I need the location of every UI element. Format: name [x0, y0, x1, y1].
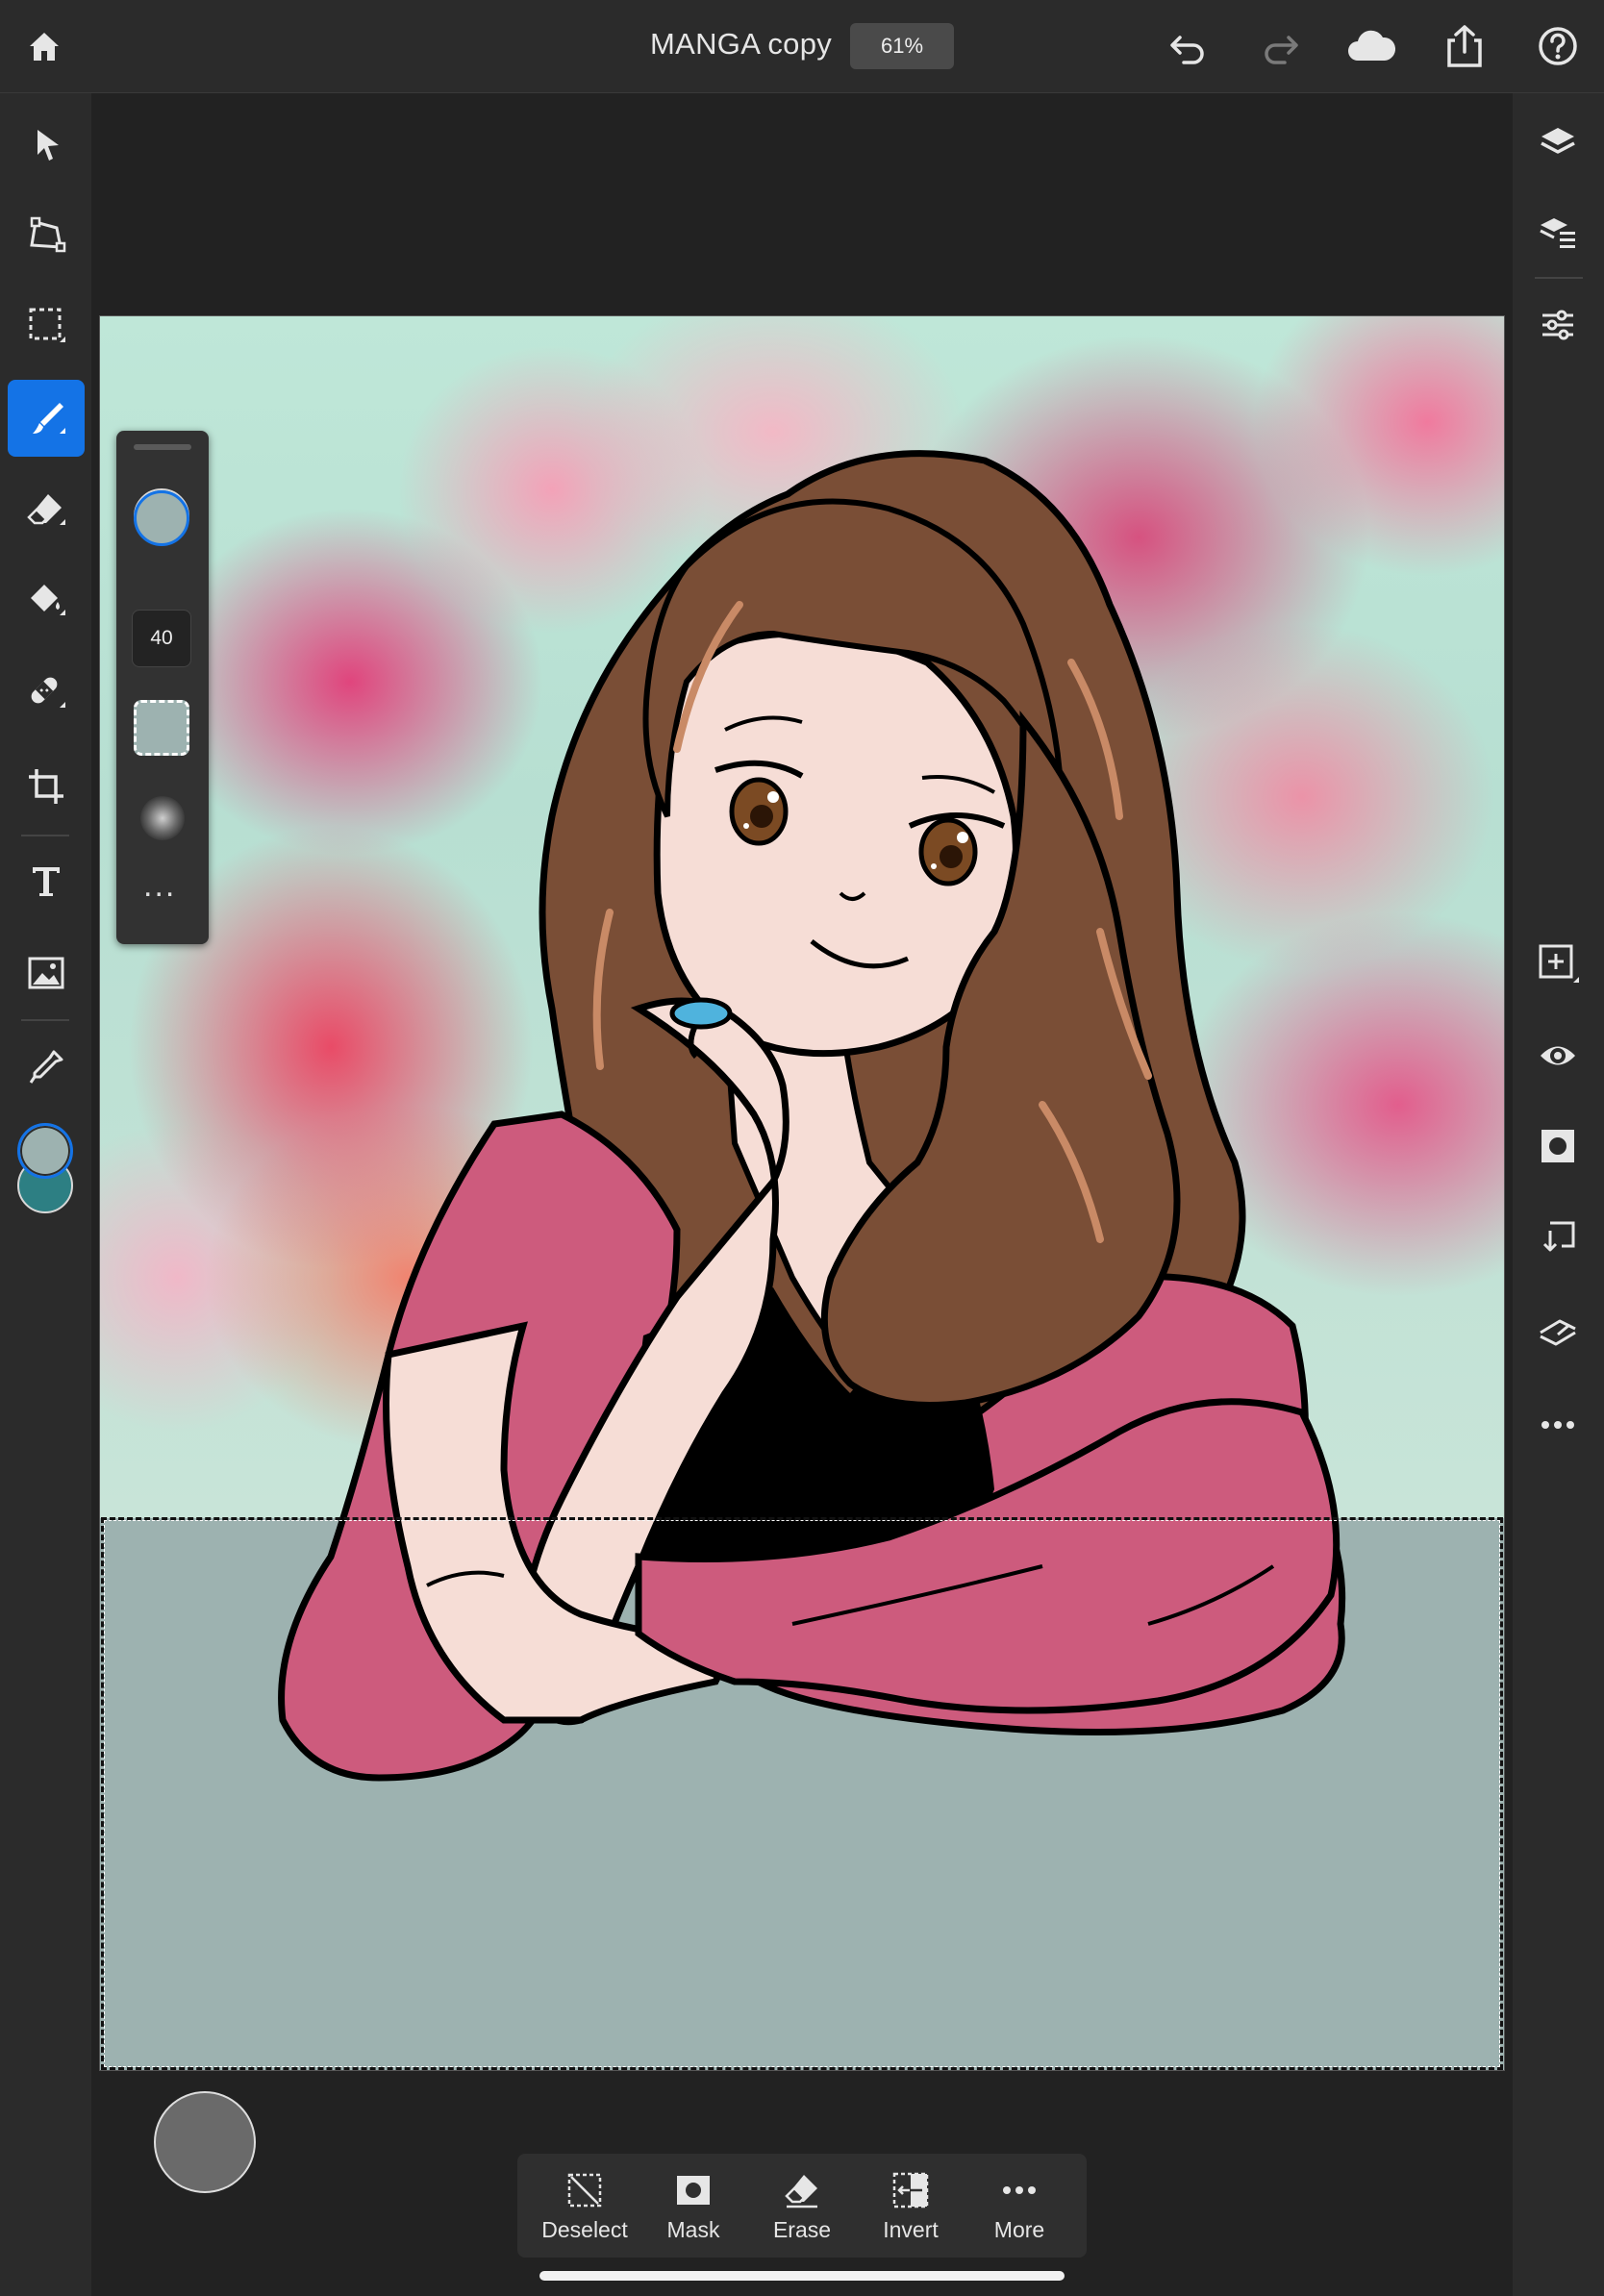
eraser-icon [783, 2169, 821, 2211]
selection-action-bar: Deselect Mask Erase Invert More [517, 2154, 1087, 2258]
share-icon[interactable] [1439, 19, 1491, 73]
right-toolbar [1513, 93, 1604, 2296]
move-tool-icon[interactable] [15, 113, 77, 175]
deselect-icon [565, 2169, 604, 2211]
redo-icon[interactable] [1255, 21, 1307, 73]
brush-size[interactable]: 40 [132, 610, 191, 667]
brush-foreground-color[interactable] [134, 490, 189, 546]
place-image-icon[interactable] [15, 942, 77, 1004]
touch-modifier-button[interactable] [154, 2091, 256, 2193]
help-icon[interactable] [1531, 19, 1585, 73]
mask-button[interactable]: Mask [645, 2154, 741, 2258]
canvas[interactable] [99, 315, 1505, 2071]
healing-tool-icon[interactable] [15, 661, 77, 723]
cloud-icon[interactable] [1344, 21, 1398, 73]
mask-icon [675, 2169, 712, 2211]
merge-layers-icon[interactable] [1527, 1300, 1589, 1361]
panel-drag-handle[interactable] [134, 444, 191, 450]
layer-mask-icon[interactable] [1527, 1115, 1589, 1177]
invert-icon [891, 2169, 930, 2211]
brush-settings-panel: 40 ... [116, 431, 209, 944]
foreground-color-swatch[interactable] [17, 1123, 73, 1179]
visibility-icon[interactable] [1527, 1025, 1589, 1086]
undo-icon[interactable] [1162, 21, 1214, 73]
more-button[interactable]: More [971, 2154, 1067, 2258]
layers-icon[interactable] [1527, 112, 1589, 173]
invert-button[interactable]: Invert [863, 2154, 959, 2258]
deselect-button[interactable]: Deselect [537, 2154, 633, 2258]
add-layer-icon[interactable] [1527, 933, 1589, 994]
type-tool-icon[interactable] [15, 850, 77, 911]
more-icon [1002, 2169, 1037, 2211]
home-icon[interactable] [17, 19, 71, 73]
document-title: MANGA copy [650, 27, 833, 61]
home-indicator[interactable] [539, 2271, 1065, 2281]
crop-tool-icon[interactable] [15, 756, 77, 817]
fill-tool-icon[interactable] [15, 569, 77, 631]
adjustments-icon[interactable] [1527, 294, 1589, 356]
eraser-tool-icon[interactable] [15, 479, 77, 540]
brush-opacity-swatch[interactable] [134, 700, 189, 756]
brush-softness-icon[interactable] [140, 796, 185, 840]
layer-properties-icon[interactable] [1527, 202, 1589, 263]
eyedropper-icon[interactable] [15, 1036, 77, 1098]
clipping-mask-icon[interactable] [1527, 1208, 1589, 1269]
brush-more-icon[interactable]: ... [143, 869, 176, 902]
erase-button[interactable]: Erase [754, 2154, 850, 2258]
more-options-icon[interactable] [1527, 1394, 1589, 1456]
marquee-selection[interactable] [101, 1517, 1503, 2070]
color-swatches[interactable] [13, 1119, 81, 1225]
transform-tool-icon[interactable] [15, 204, 77, 265]
marquee-select-icon[interactable] [15, 294, 77, 356]
top-bar: MANGA copy 61% [0, 0, 1604, 93]
brush-tool-icon[interactable] [8, 380, 85, 457]
zoom-level[interactable]: 61% [850, 23, 954, 69]
